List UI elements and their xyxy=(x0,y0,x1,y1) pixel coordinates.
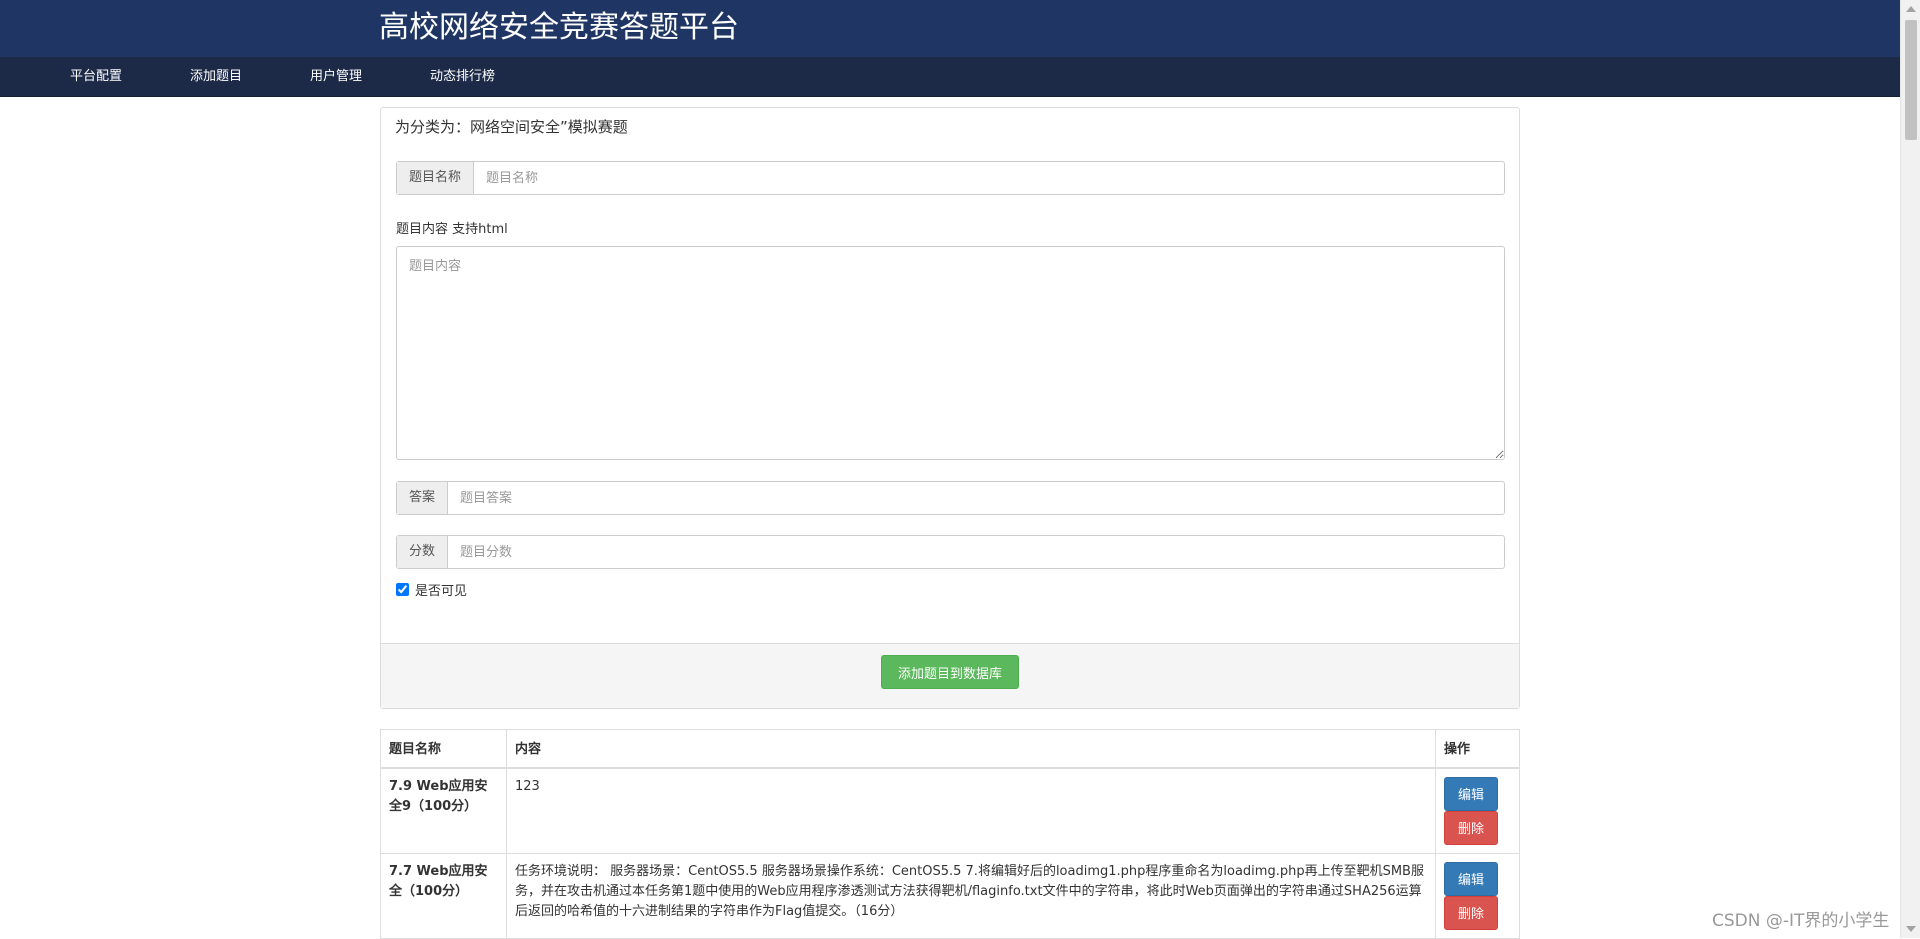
table-row: 7.9 Web应用安全9（100分） 123 编辑 删除 xyxy=(380,767,1520,854)
question-name-cell: 7.9 Web应用安全9（100分） xyxy=(380,767,507,854)
add-question-panel: 为分类为：网络空间安全”模拟赛题 题目名称 题目内容 支持html 答案 分数 … xyxy=(380,107,1520,709)
table-row: 7.7 Web应用安全（100分） 任务环境说明： 服务器场景：CentOS5.… xyxy=(380,852,1520,939)
add-question-submit-button[interactable]: 添加题目到数据库 xyxy=(881,655,1019,689)
column-header-content: 内容 xyxy=(506,729,1436,769)
answer-input[interactable] xyxy=(448,482,1504,514)
visible-checkbox-label: 是否可见 xyxy=(415,584,468,599)
main-nav: 平台配置 添加题目 用户管理 动态排行榜 xyxy=(0,57,1900,97)
question-content-label: 题目内容 支持html xyxy=(396,222,508,237)
question-content-textarea[interactable] xyxy=(396,246,1505,460)
nav-item-leaderboard[interactable]: 动态排行榜 xyxy=(430,57,495,97)
actions-cell: 编辑 删除 xyxy=(1435,852,1520,939)
answer-label: 答案 xyxy=(397,482,449,514)
scroll-down-arrow-icon[interactable] xyxy=(1906,926,1916,932)
column-header-name: 题目名称 xyxy=(380,729,507,769)
nav-item-platform-config[interactable]: 平台配置 xyxy=(70,57,122,97)
actions-cell: 编辑 删除 xyxy=(1435,767,1520,854)
question-name-input[interactable] xyxy=(474,162,1504,194)
score-input[interactable] xyxy=(448,536,1504,568)
nav-item-add-question[interactable]: 添加题目 xyxy=(190,57,242,97)
page-scrollbar[interactable] xyxy=(1900,0,1920,938)
site-title: 高校网络安全竞赛答题平台 xyxy=(379,10,739,45)
question-table: 题目名称 内容 操作 7.9 Web应用安全9（100分） 123 编辑 删除 … xyxy=(380,729,1520,939)
question-name-group: 题目名称 xyxy=(396,161,1505,195)
visible-checkbox[interactable] xyxy=(396,583,409,596)
question-content-cell: 123 xyxy=(506,767,1436,854)
column-header-actions: 操作 xyxy=(1435,729,1520,769)
question-content-cell: 任务环境说明： 服务器场景：CentOS5.5 服务器场景操作系统：CentOS… xyxy=(506,852,1436,939)
table-header-row: 题目名称 内容 操作 xyxy=(380,729,1520,769)
delete-button[interactable]: 删除 xyxy=(1444,895,1498,930)
score-label: 分数 xyxy=(397,536,449,568)
panel-footer: 添加题目到数据库 xyxy=(381,643,1519,708)
category-heading: 为分类为：网络空间安全”模拟赛题 xyxy=(395,118,628,136)
visible-checkbox-row[interactable]: 是否可见 xyxy=(396,580,467,599)
score-group: 分数 xyxy=(396,535,1505,569)
delete-button[interactable]: 删除 xyxy=(1444,810,1498,845)
edit-button[interactable]: 编辑 xyxy=(1444,861,1498,896)
answer-group: 答案 xyxy=(396,481,1505,515)
question-name-cell: 7.7 Web应用安全（100分） xyxy=(380,852,507,939)
scroll-thumb[interactable] xyxy=(1905,20,1917,140)
question-name-label: 题目名称 xyxy=(397,162,475,194)
top-header: 高校网络安全竞赛答题平台 xyxy=(0,0,1900,57)
edit-button[interactable]: 编辑 xyxy=(1444,776,1498,811)
csdn-watermark: CSDN @-IT界的小学生 xyxy=(1712,911,1890,931)
scroll-up-arrow-icon[interactable] xyxy=(1906,6,1916,12)
nav-item-user-management[interactable]: 用户管理 xyxy=(310,57,362,97)
